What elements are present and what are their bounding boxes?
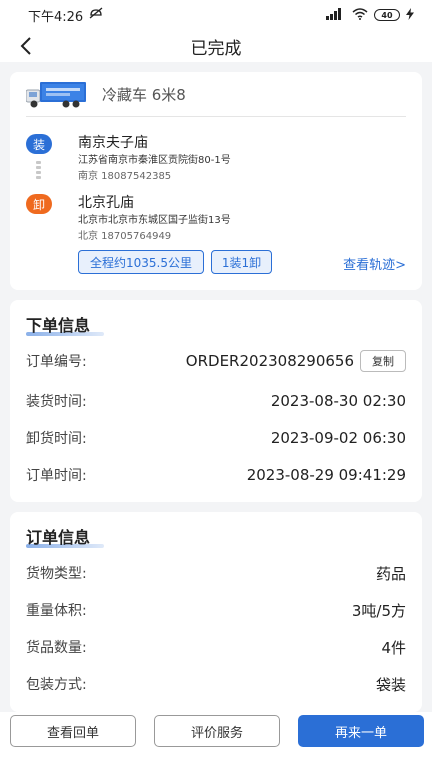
load-badge: 装 [26,134,52,154]
distance-tag: 全程约1035.5公里 [78,250,204,274]
origin-contact: 南京 18087542385 [78,171,172,182]
order-time-label: 订单时间: [26,468,87,484]
goods-type-label: 货物类型: [26,566,87,582]
destination-name: 北京孔庙 [78,195,134,211]
view-receipt-button[interactable]: 查看回单 [10,715,136,747]
status-bar: 下午4:26 40 [0,0,432,30]
status-right: 40 [326,7,414,23]
goods-info-title: 订单信息 [26,528,91,547]
nav-bar: 已完成 [0,30,432,62]
goods-type-value: 药品 [375,564,406,583]
origin-name: 南京夫子庙 [78,135,148,151]
weight-volume-row: 重量体积: 3吨/5方 [26,599,406,621]
order-number-value: ORDER202308290656 [185,352,354,370]
vehicle-description: 冷藏车 6米8 [102,85,186,104]
reorder-button[interactable]: 再来一单 [298,715,424,747]
goods-quantity-label: 货品数量: [26,640,87,656]
stops-tag: 1装1卸 [211,250,272,274]
view-track-link[interactable]: 查看轨迹> [343,254,406,273]
mute-icon [89,7,103,23]
route-card: 冷藏车 6米8 装 卸 南京夫子庙 江苏省南京市秦淮区贡院街80-1号 南京 1… [10,72,422,290]
order-number-label: 订单编号: [26,354,87,370]
packaging-label: 包装方式: [26,677,87,693]
unload-time-label: 卸货时间: [26,431,87,447]
unload-time-row: 卸货时间: 2023-09-02 06:30 [26,427,406,449]
rate-service-button[interactable]: 评价服务 [154,715,280,747]
goods-info-card: 订单信息 货物类型: 药品 重量体积: 3吨/5方 货品数量: 4件 包装方式:… [10,512,422,712]
unload-time-value: 2023-09-02 06:30 [270,429,406,447]
destination-address: 北京市北京市东城区国子监街13号 [78,215,231,226]
destination-address-block: 北京孔庙 北京市北京市东城区国子监街13号 北京 18705764949 [78,194,231,244]
battery-icon: 40 [374,9,400,21]
back-button[interactable] [14,34,38,58]
load-time-label: 装货时间: [26,394,87,410]
back-arrow-icon [20,37,31,55]
destination-contact: 北京 18705764949 [78,231,172,242]
order-info-card: 下单信息 订单编号: ORDER202308290656 复制 装货时间: 20… [10,300,422,502]
route-connector-icon [36,161,42,185]
bottom-action-bar: 查看回单 评价服务 再来一单 [0,712,432,768]
order-info-title: 下单信息 [26,316,91,335]
order-number-row: 订单编号: ORDER202308290656 复制 [26,350,406,372]
copy-button[interactable]: 复制 [360,350,406,372]
origin-address-block: 南京夫子庙 江苏省南京市秦淮区贡院街80-1号 南京 18087542385 [78,134,231,184]
packaging-row: 包装方式: 袋装 [26,673,406,695]
goods-quantity-row: 货品数量: 4件 [26,636,406,658]
wifi-icon [352,7,368,23]
goods-quantity-value: 4件 [381,638,406,657]
status-time: 下午4:26 [28,9,84,25]
origin-address: 江苏省南京市秦淮区贡院街80-1号 [78,155,231,166]
packaging-value: 袋装 [375,675,406,694]
truck-icon [26,82,86,108]
order-time-value: 2023-08-29 09:41:29 [246,466,406,484]
divider [26,116,406,117]
load-time-row: 装货时间: 2023-08-30 02:30 [26,390,406,412]
weight-volume-label: 重量体积: [26,603,87,619]
unload-badge: 卸 [26,194,52,214]
goods-type-row: 货物类型: 药品 [26,562,406,584]
charging-icon [406,7,414,23]
status-left: 下午4:26 [28,6,103,25]
load-time-value: 2023-08-30 02:30 [270,392,406,410]
page-title: 已完成 [190,38,242,59]
order-number-value-wrap: ORDER202308290656 复制 [186,350,406,372]
signal-icon [326,7,346,23]
weight-volume-value: 3吨/5方 [351,601,406,620]
vehicle-row: 冷藏车 6米8 [26,80,186,108]
order-time-row: 订单时间: 2023-08-29 09:41:29 [26,464,406,486]
